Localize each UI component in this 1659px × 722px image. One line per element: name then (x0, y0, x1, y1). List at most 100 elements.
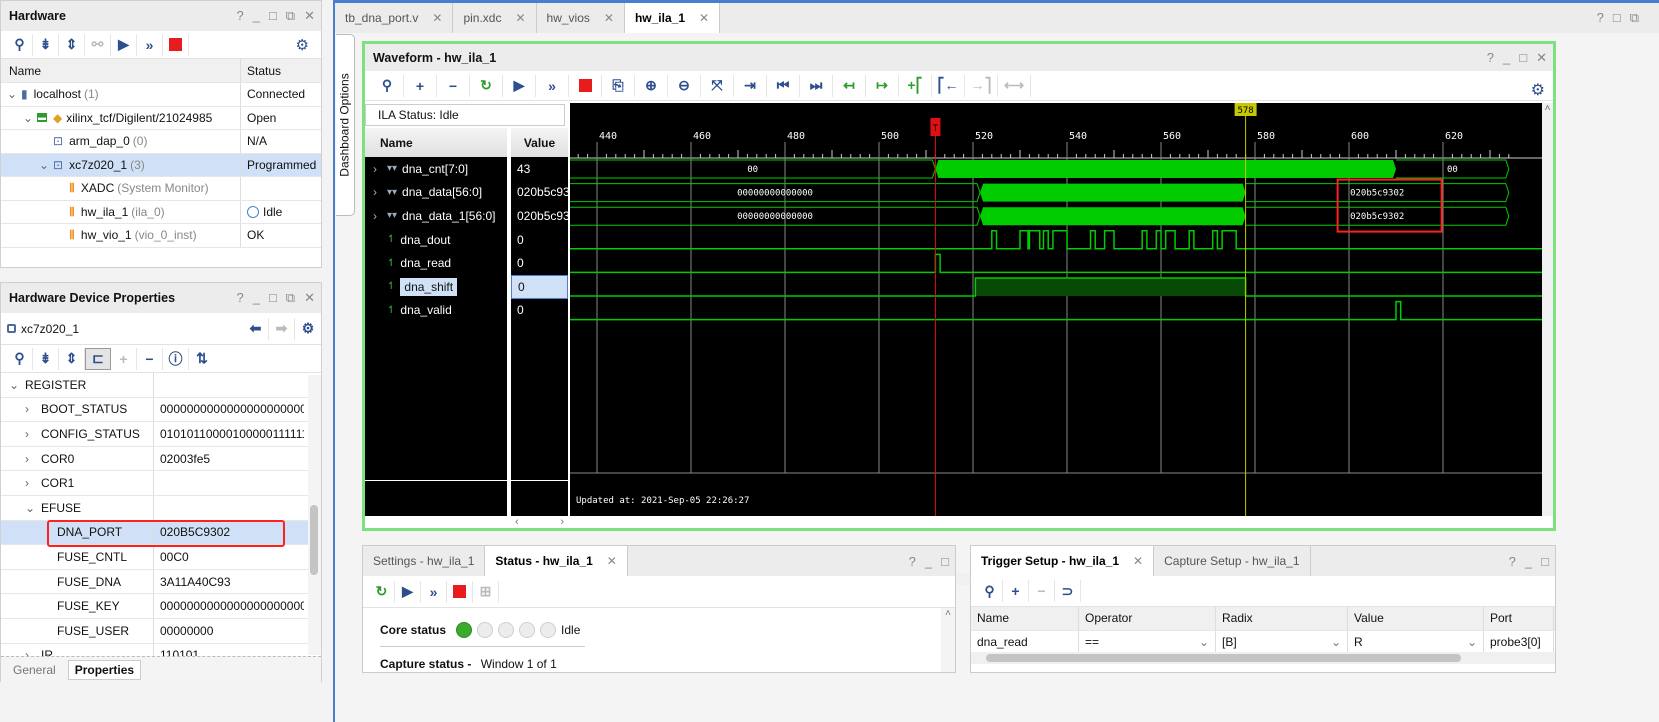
run-immediate-icon[interactable]: » (421, 580, 447, 603)
run-trigger-repeat-icon[interactable]: ↻ (470, 74, 503, 97)
add-marker-icon[interactable]: +⎡ (899, 74, 932, 97)
trigger-operator-cell[interactable]: == ⌄ (1079, 630, 1216, 653)
name-pane-scrollbar[interactable]: ‹ › (511, 516, 568, 528)
gear-icon[interactable]: ⚙ (296, 36, 309, 54)
gear-icon[interactable]: ⚙ (1531, 80, 1545, 100)
run-immediate-icon[interactable]: » (137, 33, 163, 56)
float-icon[interactable]: ⧉ (1630, 10, 1639, 26)
previous-marker-icon[interactable]: ⎡← (932, 74, 965, 97)
editor-tab[interactable]: tb_dna_port.v ✕ (335, 3, 454, 33)
run-trigger-icon[interactable]: ▶ (111, 33, 137, 56)
stop-icon[interactable] (163, 33, 189, 56)
column-header[interactable]: Operator (1079, 607, 1216, 630)
close-icon[interactable]: ✕ (304, 8, 315, 24)
name-column-header[interactable]: Name (365, 128, 507, 157)
expand-arrow-icon[interactable]: › (373, 185, 387, 199)
close-icon[interactable]: ✕ (432, 11, 442, 25)
maximize-icon[interactable]: □ (941, 554, 949, 569)
maximize-icon[interactable]: □ (269, 290, 277, 306)
expand-arrow-icon[interactable]: › (25, 427, 41, 441)
remove-icon[interactable]: − (437, 74, 470, 97)
close-icon[interactable]: ✕ (699, 11, 709, 25)
minimize-icon[interactable]: _ (253, 8, 260, 24)
forward-icon[interactable]: ➡ (269, 317, 295, 340)
column-name[interactable]: Name (1, 59, 241, 82)
go-to-last-time-icon[interactable]: ⏭ (800, 74, 833, 97)
property-row[interactable]: › COR0 02003fe5 (1, 446, 308, 472)
trigger-hscrollbar[interactable] (971, 652, 1555, 664)
signal-value[interactable]: 0 (511, 251, 568, 275)
run-trigger-icon[interactable]: ▶ (503, 74, 536, 97)
property-row[interactable]: FUSE_CNTL 00C0 (1, 545, 308, 570)
stop-icon[interactable] (447, 580, 473, 603)
collapse-all-icon[interactable]: ⇟ (33, 33, 59, 56)
minimize-icon[interactable]: _ (1503, 50, 1510, 66)
signal-row[interactable]: ↿ dna_dout (365, 228, 507, 252)
maximize-icon[interactable]: □ (269, 8, 277, 24)
search-icon[interactable]: ⚲ (371, 74, 404, 97)
remove-icon[interactable]: − (137, 347, 163, 370)
search-icon[interactable]: ⚲ (977, 580, 1003, 602)
expand-arrow-icon[interactable]: ⌄ (23, 111, 37, 125)
status-vscrollbar[interactable]: ˄ (941, 608, 955, 672)
tree-item[interactable]: ⌄ ⊡ xc7z020_1 (3) Programmed (1, 153, 321, 177)
editor-tab[interactable]: hw_vios ✕ (537, 3, 625, 33)
close-icon[interactable]: ✕ (607, 554, 617, 568)
expand-arrow-icon[interactable]: › (373, 209, 387, 223)
column-header[interactable]: Name (971, 607, 1079, 630)
signal-row[interactable]: › ▾▾ dna_data_1[56:0] (365, 204, 507, 228)
value-column-header[interactable]: Value (511, 128, 568, 157)
run-trigger-icon[interactable]: ▶ (395, 580, 421, 603)
info-icon[interactable]: ⓘ (163, 347, 189, 370)
minimize-icon[interactable]: _ (1525, 554, 1532, 569)
column-header[interactable]: Value (1348, 607, 1484, 630)
expand-arrow-icon[interactable]: ⌄ (39, 158, 53, 172)
chevron-down-icon[interactable]: ⌄ (1331, 635, 1341, 649)
remove-icon[interactable]: − (1029, 580, 1055, 602)
tab-status[interactable]: Status - hw_ila_1 ✕ (485, 546, 628, 576)
help-icon[interactable]: ? (1597, 10, 1604, 26)
zoom-out-icon[interactable]: ⊖ (668, 74, 701, 97)
chevron-down-icon[interactable]: ⌄ (1467, 635, 1477, 649)
expand-arrow-icon[interactable]: › (25, 476, 41, 490)
previous-transition-icon[interactable]: ↤ (833, 74, 866, 97)
tab-settings[interactable]: Settings - hw_ila_1 (363, 546, 486, 576)
trigger-value-cell[interactable]: R ⌄ (1348, 630, 1484, 653)
expand-arrow-icon[interactable]: ⌄ (7, 87, 21, 101)
signal-row[interactable]: ↿ dna_shift (365, 275, 507, 299)
trigger-name-cell[interactable]: dna_read (971, 630, 1079, 653)
tab-trigger-setup[interactable]: Trigger Setup - hw_ila_1 ✕ (971, 546, 1155, 576)
trigger-condition-icon[interactable]: ⊃ (1055, 580, 1081, 602)
signal-value[interactable]: 020b5c9302 (511, 181, 568, 205)
compare-icon[interactable]: ⊞ (473, 580, 499, 603)
tree-item[interactable]: ⌄ ▮ localhost (1) Connected (1, 83, 321, 107)
minimize-icon[interactable]: _ (925, 554, 932, 569)
gear-icon[interactable]: ⚙ (295, 318, 321, 340)
swap-cursors-icon[interactable]: ⟷ (998, 74, 1031, 97)
run-immediate-icon[interactable]: » (536, 74, 569, 97)
chevron-down-icon[interactable]: ⌄ (1199, 635, 1209, 649)
zoom-in-icon[interactable]: ⊕ (635, 74, 668, 97)
search-icon[interactable]: ⚲ (7, 347, 33, 370)
trigger-port-cell[interactable]: probe3[0] (1484, 630, 1554, 653)
help-icon[interactable]: ? (236, 8, 243, 24)
minimize-icon[interactable]: _ (253, 290, 260, 306)
float-icon[interactable]: ⧉ (286, 8, 295, 24)
signal-value[interactable]: 43 (511, 157, 568, 181)
signal-value[interactable]: 020b5c9302 (511, 204, 568, 228)
expand-arrow-icon[interactable]: › (25, 402, 41, 416)
tree-item[interactable]: Ⅱhw_ila_1 (ila_0) Idle (1, 200, 321, 224)
float-icon[interactable]: ⧉ (286, 290, 295, 306)
tab-properties[interactable]: Properties (67, 659, 142, 680)
signal-row[interactable]: › ▾▾ dna_cnt[7:0] (365, 157, 507, 181)
help-icon[interactable]: ? (1509, 554, 1516, 569)
dashboard-options-tab[interactable]: Dashboard Options (336, 34, 355, 216)
tree-item[interactable]: ⌄ ▬ ◆ xilinx_tcf/Digilent/21024985 Open (1, 106, 321, 130)
column-header[interactable]: Port (1484, 607, 1554, 630)
add-icon[interactable]: + (1003, 580, 1029, 602)
help-icon[interactable]: ? (909, 554, 916, 569)
close-icon[interactable]: ✕ (1536, 50, 1547, 66)
column-status[interactable]: Status (241, 64, 281, 78)
tree-item[interactable]: ⊡ arm_dap_0 (0) N/A (1, 130, 321, 154)
waveform-canvas[interactable]: 440 460 480 500 520 540 560 580 600 62000 00000000… (570, 103, 1542, 516)
